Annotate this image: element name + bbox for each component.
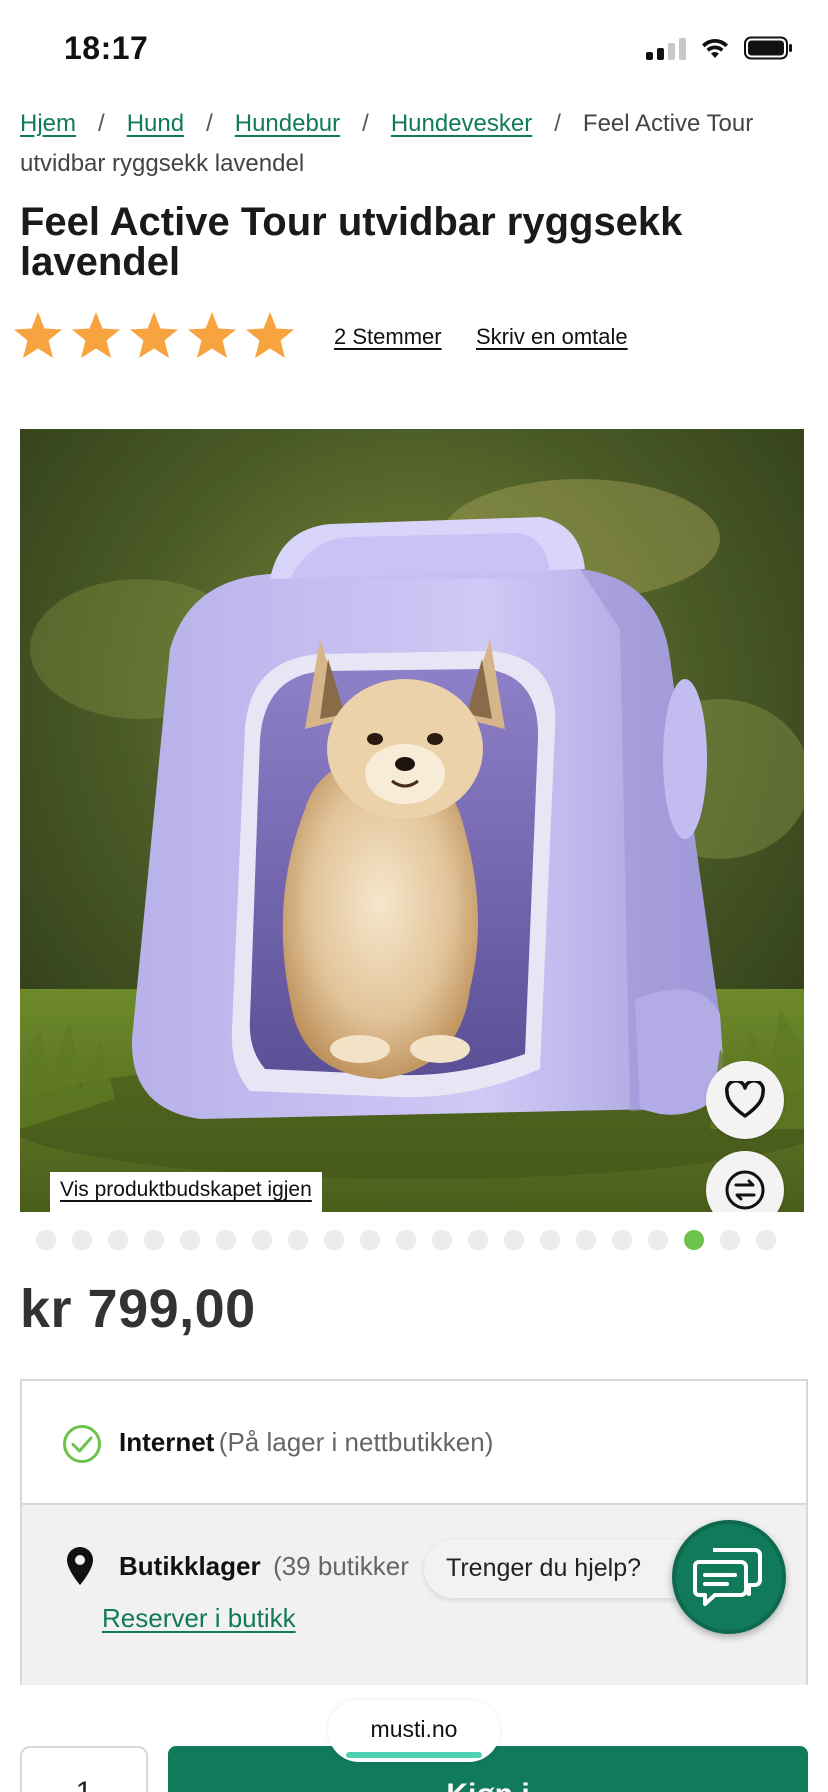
- stock-online-note: (På lager i nettbutikken): [218, 1427, 494, 1457]
- star-icon: [72, 312, 120, 358]
- gallery-dot[interactable]: [360, 1230, 380, 1250]
- gallery-dot[interactable]: [684, 1230, 704, 1250]
- write-review-link[interactable]: Skriv en omtale: [476, 324, 628, 350]
- star-icon: [14, 312, 62, 358]
- breadcrumb-link-hjem[interactable]: Hjem: [20, 110, 76, 137]
- stock-box: Internet (På lager i nettbutikken) Butik…: [20, 1379, 808, 1685]
- breadcrumb-separator: /: [554, 110, 561, 137]
- check-circle-icon: [63, 1425, 101, 1463]
- heart-icon: [725, 1081, 765, 1118]
- breadcrumb: Hjem / Hund / Hundebur / Hundevesker / Feel Acti…: [20, 104, 810, 184]
- replay-product-message-link[interactable]: Vis produktbudskapet igjen: [50, 1172, 322, 1212]
- product-image[interactable]: Vis produktbudskapet igjen: [20, 429, 804, 1212]
- gallery-dot[interactable]: [324, 1230, 344, 1250]
- chat-icon: [693, 1548, 762, 1606]
- gallery-dot[interactable]: [216, 1230, 236, 1250]
- browser-url-bar[interactable]: musti.no: [328, 1700, 500, 1762]
- gallery-dot[interactable]: [504, 1230, 524, 1250]
- quantity-field[interactable]: 1: [20, 1746, 148, 1792]
- breadcrumb-link-hundevesker[interactable]: Hundevesker: [391, 110, 532, 137]
- gallery-dot[interactable]: [108, 1230, 128, 1250]
- wifi-icon: [702, 38, 728, 58]
- star-icon: [130, 312, 178, 358]
- stock-store-note: (39 butikker: [273, 1551, 409, 1581]
- gallery-dot[interactable]: [288, 1230, 308, 1250]
- stock-online-label: Internet: [119, 1427, 215, 1457]
- breadcrumb-link-hundebur[interactable]: Hundebur: [235, 110, 340, 137]
- star-rating: [12, 310, 296, 362]
- signal-icon: [646, 36, 686, 60]
- breadcrumb-separator: /: [206, 110, 213, 137]
- gallery-dot[interactable]: [180, 1230, 200, 1250]
- gallery-dot[interactable]: [72, 1230, 92, 1250]
- price: kr 799,00: [20, 1279, 256, 1339]
- gallery-dot[interactable]: [432, 1230, 452, 1250]
- product-photo: [20, 429, 804, 1212]
- gallery-dot[interactable]: [612, 1230, 632, 1250]
- breadcrumb-link-hund[interactable]: Hund: [127, 110, 184, 137]
- gallery-dot[interactable]: [756, 1230, 776, 1250]
- status-icons: [646, 36, 794, 60]
- gallery-dot[interactable]: [648, 1230, 668, 1250]
- gallery-dot[interactable]: [252, 1230, 272, 1250]
- rating: 2 Stemmer Skriv en omtale: [12, 310, 628, 362]
- reserve-in-store-link[interactable]: Reserver i butikk: [102, 1603, 296, 1634]
- compare-icon: [725, 1170, 765, 1210]
- gallery-dot[interactable]: [396, 1230, 416, 1250]
- breadcrumb-separator: /: [98, 110, 105, 137]
- gallery-dot[interactable]: [468, 1230, 488, 1250]
- gallery-dot[interactable]: [36, 1230, 56, 1250]
- gallery-dot[interactable]: [576, 1230, 596, 1250]
- favorite-button[interactable]: [706, 1061, 784, 1139]
- chat-button[interactable]: [672, 1520, 786, 1634]
- page-title: Feel Active Tour utvidbar ryggsekk laven…: [20, 200, 683, 284]
- gallery-dot[interactable]: [540, 1230, 560, 1250]
- gallery-dot[interactable]: [144, 1230, 164, 1250]
- star-icon: [246, 312, 294, 358]
- gallery-dots: [36, 1230, 776, 1250]
- breadcrumb-separator: /: [362, 110, 369, 137]
- battery-icon: [744, 36, 792, 60]
- gallery-dot[interactable]: [720, 1230, 740, 1250]
- votes-link[interactable]: 2 Stemmer: [334, 324, 442, 350]
- location-pin-icon: [67, 1547, 93, 1585]
- stock-store-label: Butikklager: [119, 1551, 261, 1581]
- star-icon: [188, 312, 236, 358]
- stock-online-row: Internet (På lager i nettbutikken): [22, 1381, 806, 1505]
- status-time: 18:17: [64, 30, 149, 66]
- status-bar: 18:17: [0, 0, 828, 100]
- help-prompt[interactable]: Trenger du hjelp?: [424, 1540, 714, 1598]
